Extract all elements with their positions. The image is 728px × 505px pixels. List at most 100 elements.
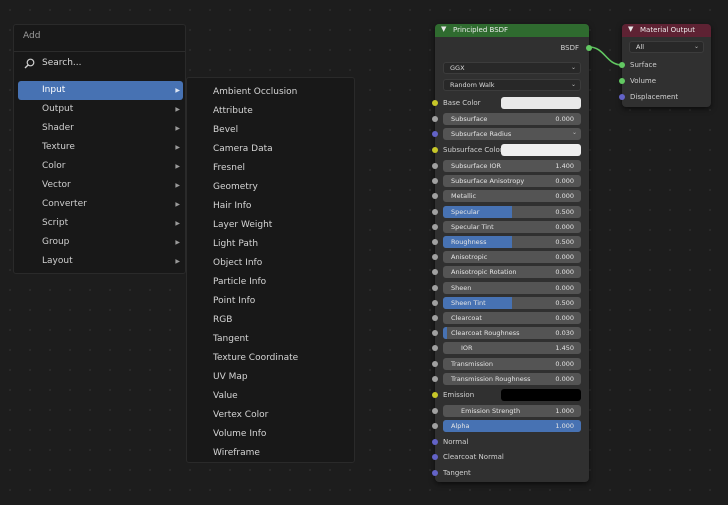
clearcoat-field[interactable]: Clearcoat 0.000 [443, 312, 581, 324]
emission-socket[interactable] [432, 392, 438, 398]
alpha-field[interactable]: Alpha 1.000 [443, 420, 581, 432]
submenu-item-bevel[interactable]: Bevel [187, 121, 354, 140]
distribution-dropdown[interactable]: GGX ⌄ [443, 62, 581, 74]
submenu-arrow-icon: ▶ [175, 125, 180, 132]
subsurface-ior-field[interactable]: Subsurface IOR 1.400 [443, 160, 581, 172]
submenu-item-point-info[interactable]: Point Info [187, 292, 354, 311]
submenu-item-label: Tangent [213, 334, 249, 344]
emission-strength-field[interactable]: Emission Strength 1.000 [443, 405, 581, 417]
submenu-item-tangent[interactable]: Tangent [187, 330, 354, 349]
subsurface-color-swatch[interactable] [501, 144, 581, 156]
submenu-arrow-icon: ▶ [175, 201, 180, 208]
input-socket[interactable] [432, 269, 438, 276]
submenu-item-wireframe[interactable]: Wireframe [187, 444, 354, 463]
roughness-field[interactable]: Roughness 0.500 [443, 236, 581, 248]
submenu-item-object-info[interactable]: Object Info [187, 254, 354, 273]
menu-search[interactable]: Search... [14, 53, 185, 75]
clearcoat-normal-socket[interactable] [432, 454, 438, 460]
subsurface-anisotropy-field[interactable]: Subsurface Anisotropy 0.000 [443, 175, 581, 188]
submenu-item-value[interactable]: Value [187, 387, 354, 406]
metallic-field[interactable]: Metallic 0.000 [443, 190, 581, 203]
transmission-roughness-field[interactable]: Transmission Roughness 0.000 [443, 372, 581, 385]
emission-color-swatch[interactable] [501, 389, 581, 401]
input-socket[interactable] [432, 375, 438, 382]
submenu-item-layer-weight[interactable]: Layer Weight [187, 216, 354, 235]
submenu-item-particle-info[interactable]: Particle Info [187, 273, 354, 292]
menu-item-color[interactable]: Color ▶ [18, 157, 183, 176]
submenu-item-fresnel[interactable]: Fresnel [187, 159, 354, 178]
subsurface-radius-dropdown[interactable]: Subsurface Radius ⌄ [443, 128, 581, 140]
submenu-item-attribute[interactable]: Attribute [187, 102, 354, 121]
submenu-item-texture-coordinate[interactable]: Texture Coordinate [187, 349, 354, 368]
input-socket[interactable] [432, 345, 438, 352]
sheen-tint-field[interactable]: Sheen Tint 0.500 [443, 296, 581, 309]
input-socket[interactable] [432, 223, 438, 230]
bsdf-node-header[interactable]: ▼ Principled BSDF [435, 24, 589, 37]
input-socket[interactable] [432, 193, 438, 200]
transmission-field[interactable]: Transmission 0.000 [443, 357, 581, 370]
bsdf-output-socket[interactable] [586, 45, 592, 51]
slider-label: Clearcoat Roughness [451, 329, 520, 338]
anisotropic-field[interactable]: Anisotropic 0.000 [443, 251, 581, 264]
submenu-item-label: Attribute [213, 106, 253, 116]
collapse-chevron-icon[interactable]: ▼ [441, 25, 446, 33]
sheen-field[interactable]: Sheen 0.000 [443, 281, 581, 294]
input-socket[interactable] [432, 239, 438, 245]
input-socket[interactable] [432, 208, 438, 215]
submenu-item-hair-info[interactable]: Hair Info [187, 197, 354, 216]
menu-item-shader[interactable]: Shader ▶ [18, 119, 183, 138]
input-socket[interactable] [432, 178, 438, 185]
volume-label: Volume [630, 77, 657, 85]
emission-strength-socket[interactable] [432, 408, 438, 414]
menu-item-converter[interactable]: Converter ▶ [18, 195, 183, 214]
sheen-tint-row: Sheen Tint 0.500 [432, 296, 589, 310]
subsurface-socket[interactable] [432, 116, 438, 122]
menu-item-input[interactable]: Input ▶ [18, 81, 183, 100]
ior-field[interactable]: IOR 1.450 [443, 342, 581, 355]
principled-bsdf-node[interactable]: ▼ Principled BSDF BSDF GGX ⌄ Random Walk… [432, 24, 592, 482]
menu-item-script[interactable]: Script ▶ [18, 214, 183, 233]
normal-socket[interactable] [432, 439, 438, 445]
menu-item-texture[interactable]: Texture ▶ [18, 138, 183, 157]
output-node-header[interactable]: ▼ Material Output [622, 24, 711, 37]
submenu-item-geometry[interactable]: Geometry [187, 178, 354, 197]
output-target-dropdown[interactable]: All ⌄ [629, 41, 704, 53]
submenu-item-volume-info[interactable]: Volume Info [187, 425, 354, 444]
ior-row: IOR 1.450 [432, 342, 589, 355]
output-node-title: Material Output [640, 26, 695, 34]
menu-item-layout[interactable]: Layout ▶ [18, 252, 183, 271]
input-socket[interactable] [432, 330, 438, 337]
specular-tint-field[interactable]: Specular Tint 0.000 [443, 220, 581, 233]
subsurface-color-socket[interactable] [432, 147, 438, 153]
submenu-item-ambient-occlusion[interactable]: Ambient Occlusion [187, 83, 354, 102]
subsurface-radius-socket[interactable] [432, 131, 438, 137]
menu-item-vector[interactable]: Vector ▶ [18, 176, 183, 195]
subsurface-field[interactable]: Subsurface 0.000 [443, 113, 581, 125]
alpha-socket[interactable] [432, 423, 438, 429]
submenu-item-uv-map[interactable]: UV Map [187, 368, 354, 387]
input-socket[interactable] [432, 299, 438, 306]
collapse-chevron-icon[interactable]: ▼ [628, 25, 633, 33]
base-color-socket[interactable] [432, 100, 438, 106]
clearcoat-roughness-field[interactable]: Clearcoat Roughness 0.030 [443, 327, 581, 340]
menu-item-group[interactable]: Group ▶ [18, 233, 183, 252]
subsurface-method-dropdown[interactable]: Random Walk ⌄ [443, 79, 581, 91]
submenu-item-camera-data[interactable]: Camera Data [187, 140, 354, 159]
submenu-item-vertex-color[interactable]: Vertex Color [187, 406, 354, 425]
tangent-socket[interactable] [432, 470, 438, 476]
submenu-item-rgb[interactable]: RGB [187, 311, 354, 330]
surface-socket[interactable] [619, 62, 625, 68]
input-socket[interactable] [432, 360, 438, 367]
displacement-socket[interactable] [619, 94, 625, 100]
material-output-node[interactable]: ▼ Material Output All ⌄ Surface Volume D… [619, 24, 711, 107]
base-color-swatch[interactable] [501, 97, 581, 109]
anisotropic-rotation-field[interactable]: Anisotropic Rotation 0.000 [443, 266, 581, 279]
input-socket[interactable] [432, 163, 438, 169]
specular-field[interactable]: Specular 0.500 [443, 205, 581, 218]
volume-socket[interactable] [619, 78, 625, 84]
menu-item-output[interactable]: Output ▶ [18, 100, 183, 119]
input-socket[interactable] [432, 254, 438, 261]
input-socket[interactable] [432, 315, 438, 321]
input-socket[interactable] [432, 284, 438, 291]
submenu-item-light-path[interactable]: Light Path [187, 235, 354, 254]
